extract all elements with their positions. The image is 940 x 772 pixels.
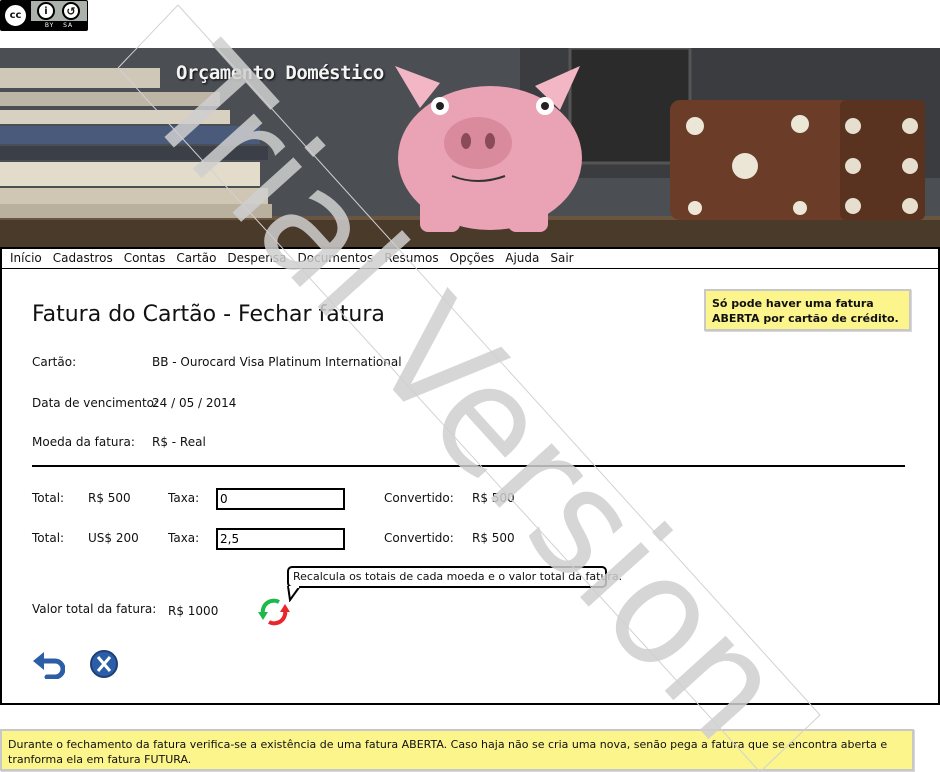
by-label: BY <box>44 22 55 29</box>
moeda-label: Moeda da fatura: <box>32 435 135 449</box>
page-title: Fatura do Cartão - Fechar fatura <box>32 302 385 327</box>
cc-logo-area: cc <box>1 1 31 30</box>
total-label: Total: <box>32 531 65 545</box>
taxa-input-brl[interactable] <box>216 488 345 510</box>
close-icon[interactable] <box>89 649 119 679</box>
cartao-label: Cartão: <box>32 355 77 369</box>
cc-license-badge: cc i ↺ BY SA <box>0 0 88 31</box>
section-divider <box>32 465 905 467</box>
cartao-value: BB - Ourocard Visa Platinum Internationa… <box>152 355 402 369</box>
sa-share-alike-icon: ↺ <box>62 2 80 20</box>
refresh-icon[interactable] <box>257 596 291 628</box>
by-person-icon: i <box>37 2 55 20</box>
menu-item-inicio[interactable]: Início <box>10 249 42 268</box>
total-label: Total: <box>32 491 65 505</box>
convertido-label: Convertido: <box>384 491 454 505</box>
valor-total-value: R$ 1000 <box>168 604 219 618</box>
menu-item-despensa[interactable]: Despensa <box>227 249 286 268</box>
banner-illustration <box>0 48 940 248</box>
cc-text: cc <box>9 10 22 21</box>
sticky-note-top: Só pode haver uma fatura ABERTA por cart… <box>704 289 911 331</box>
total-value: US$ 200 <box>88 531 139 545</box>
valor-total-label: Valor total da fatura: <box>32 602 157 616</box>
vencimento-label: Data de vencimento: <box>32 396 159 410</box>
undo-icon[interactable] <box>31 651 65 679</box>
convertido-value: R$ 500 <box>472 531 515 545</box>
sa-label: SA <box>63 22 74 29</box>
total-value: R$ 500 <box>88 491 131 505</box>
taxa-label: Taxa: <box>168 531 200 545</box>
menu-list: Início Cadastros Contas Cartão Despensa … <box>2 249 938 268</box>
sticky-note-bottom: Durante o fechamento da fatura verifica-… <box>0 729 914 771</box>
menu-item-resumos[interactable]: Resumos <box>384 249 438 268</box>
convertido-label: Convertido: <box>384 531 454 545</box>
app-title: Orçamento Doméstico <box>176 62 384 84</box>
menu-item-contas[interactable]: Contas <box>124 249 166 268</box>
taxa-input-usd[interactable] <box>216 528 345 550</box>
content-panel <box>0 269 940 705</box>
cc-icon: cc <box>3 3 28 28</box>
menu-item-cartao[interactable]: Cartão <box>176 249 216 268</box>
header-banner: Orçamento Doméstico <box>0 48 940 248</box>
license-byline: BY SA <box>31 21 87 30</box>
menu-item-ajuda[interactable]: Ajuda <box>505 249 539 268</box>
taxa-label: Taxa: <box>168 491 200 505</box>
convertido-value: R$ 500 <box>472 491 515 505</box>
menu-item-cadastros[interactable]: Cadastros <box>53 249 113 268</box>
recalc-tooltip: Recalcula os totais de cada moeda e o va… <box>287 566 622 588</box>
vencimento-value: 24 / 05 / 2014 <box>152 396 237 410</box>
main-menu-bar: Início Cadastros Contas Cartão Despensa … <box>0 247 940 270</box>
moeda-value: R$ - Real <box>152 435 206 449</box>
menu-item-documentos[interactable]: Documentos <box>298 249 374 268</box>
menu-item-opcoes[interactable]: Opções <box>450 249 495 268</box>
menu-item-sair[interactable]: Sair <box>550 249 573 268</box>
